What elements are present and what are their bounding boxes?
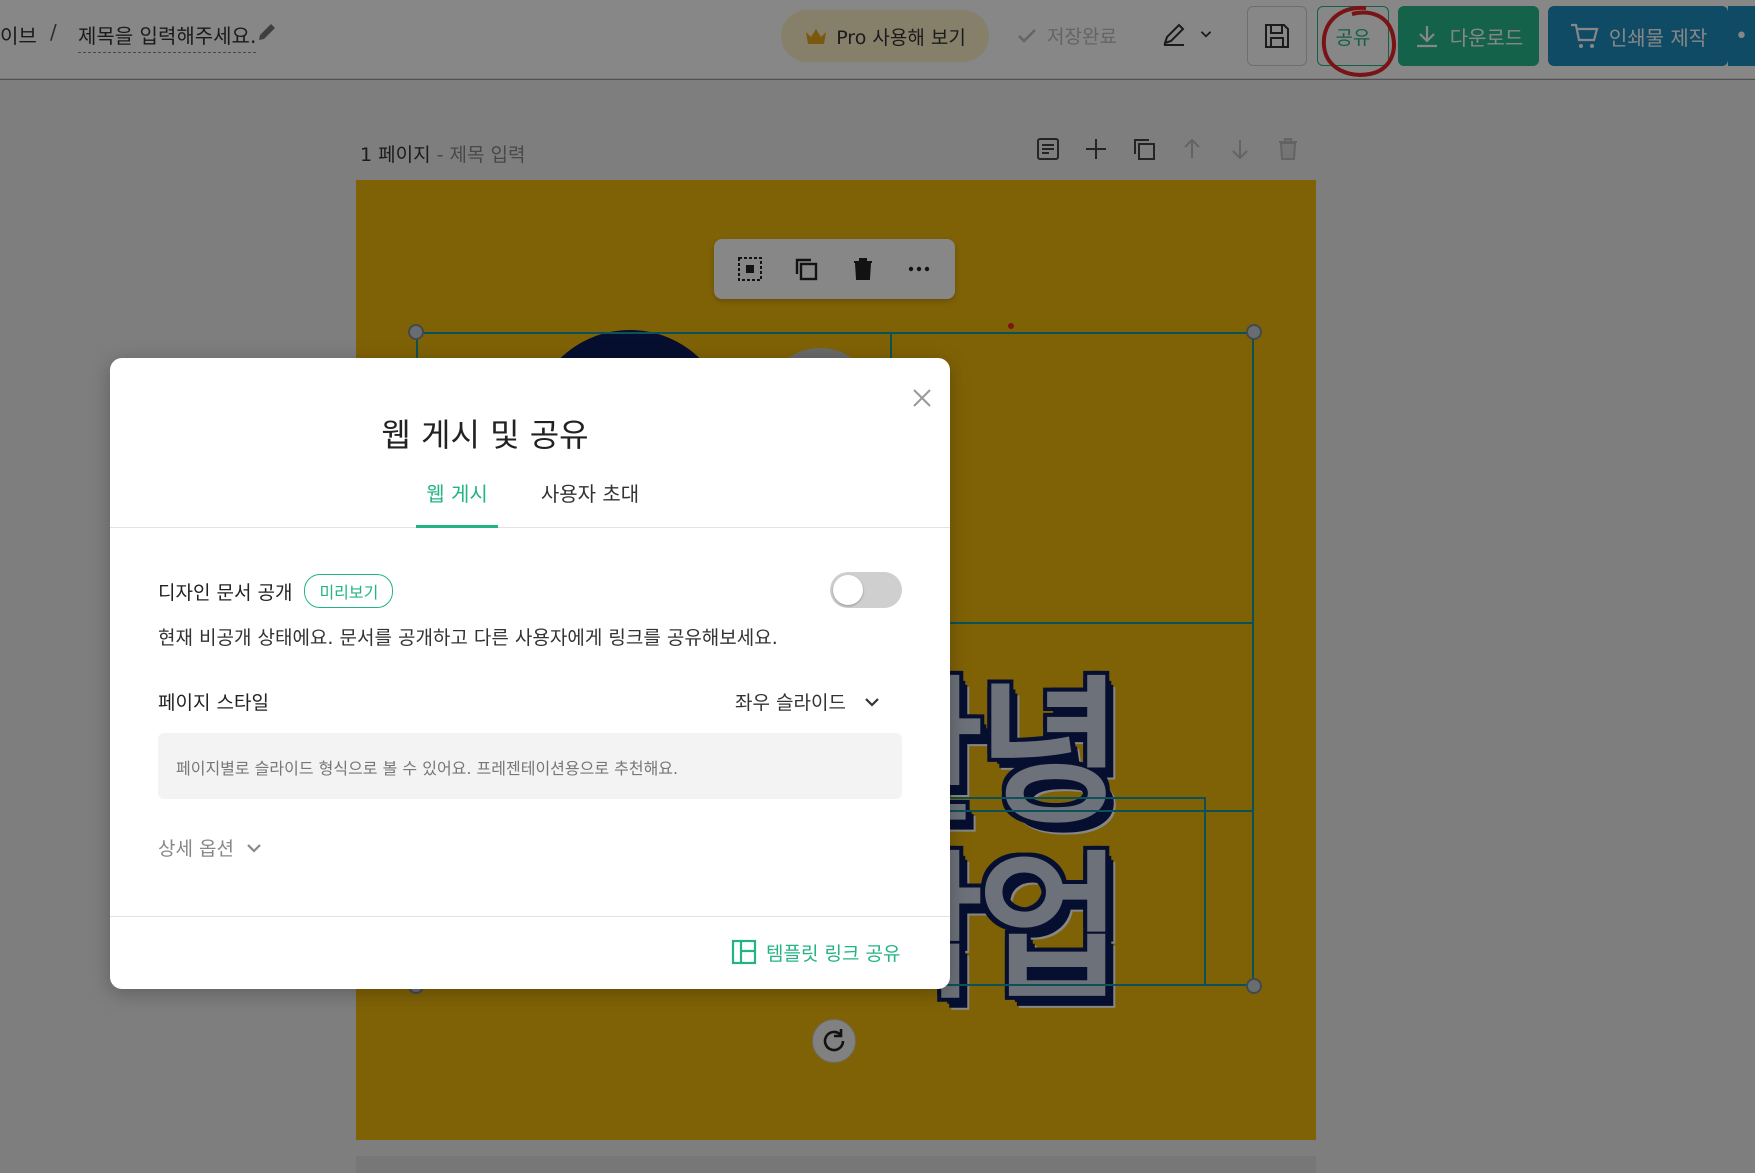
toggle-knob (833, 575, 863, 605)
share-publish-modal: 웹 게시 및 공유 웹 게시 사용자 초대 디자인 문서 공개 미리보기 현재 … (110, 358, 950, 989)
template-link-share-button[interactable]: 템플릿 링크 공유 (730, 938, 900, 966)
chevron-down-icon (247, 843, 261, 853)
page-style-info: 페이지별로 슬라이드 형식으로 볼 수 있어요. 프레젠테이션용으로 추천해요. (158, 733, 902, 799)
public-setting-row: 디자인 문서 공개 미리보기 (158, 574, 394, 608)
preview-button[interactable]: 미리보기 (304, 574, 394, 608)
template-link-label: 템플릿 링크 공유 (766, 942, 901, 965)
template-layout-icon (731, 939, 757, 965)
close-button[interactable] (902, 378, 942, 418)
detail-options-toggle[interactable]: 상세 옵션 (158, 834, 264, 861)
public-toggle[interactable] (830, 572, 902, 608)
page-style-select[interactable]: 좌우 슬라이드 (735, 688, 882, 715)
modal-title: 웹 게시 및 공유 (381, 416, 589, 454)
public-status-description: 현재 비공개 상태에요. 문서를 공개하고 다른 사용자에게 링크를 공유해보세… (158, 627, 778, 649)
close-icon (913, 389, 931, 407)
modal-tabs: 웹 게시 사용자 초대 (110, 466, 950, 528)
public-label: 디자인 문서 공개 (158, 581, 293, 604)
footer-divider (110, 916, 950, 917)
chevron-down-icon (865, 697, 879, 707)
page-style-value: 좌우 슬라이드 (735, 692, 846, 714)
detail-options-label: 상세 옵션 (158, 838, 234, 860)
tab-invite-users[interactable]: 사용자 초대 (530, 478, 650, 528)
page-style-label: 페이지 스타일 (158, 692, 269, 714)
tab-web-publish[interactable]: 웹 게시 (416, 478, 498, 528)
